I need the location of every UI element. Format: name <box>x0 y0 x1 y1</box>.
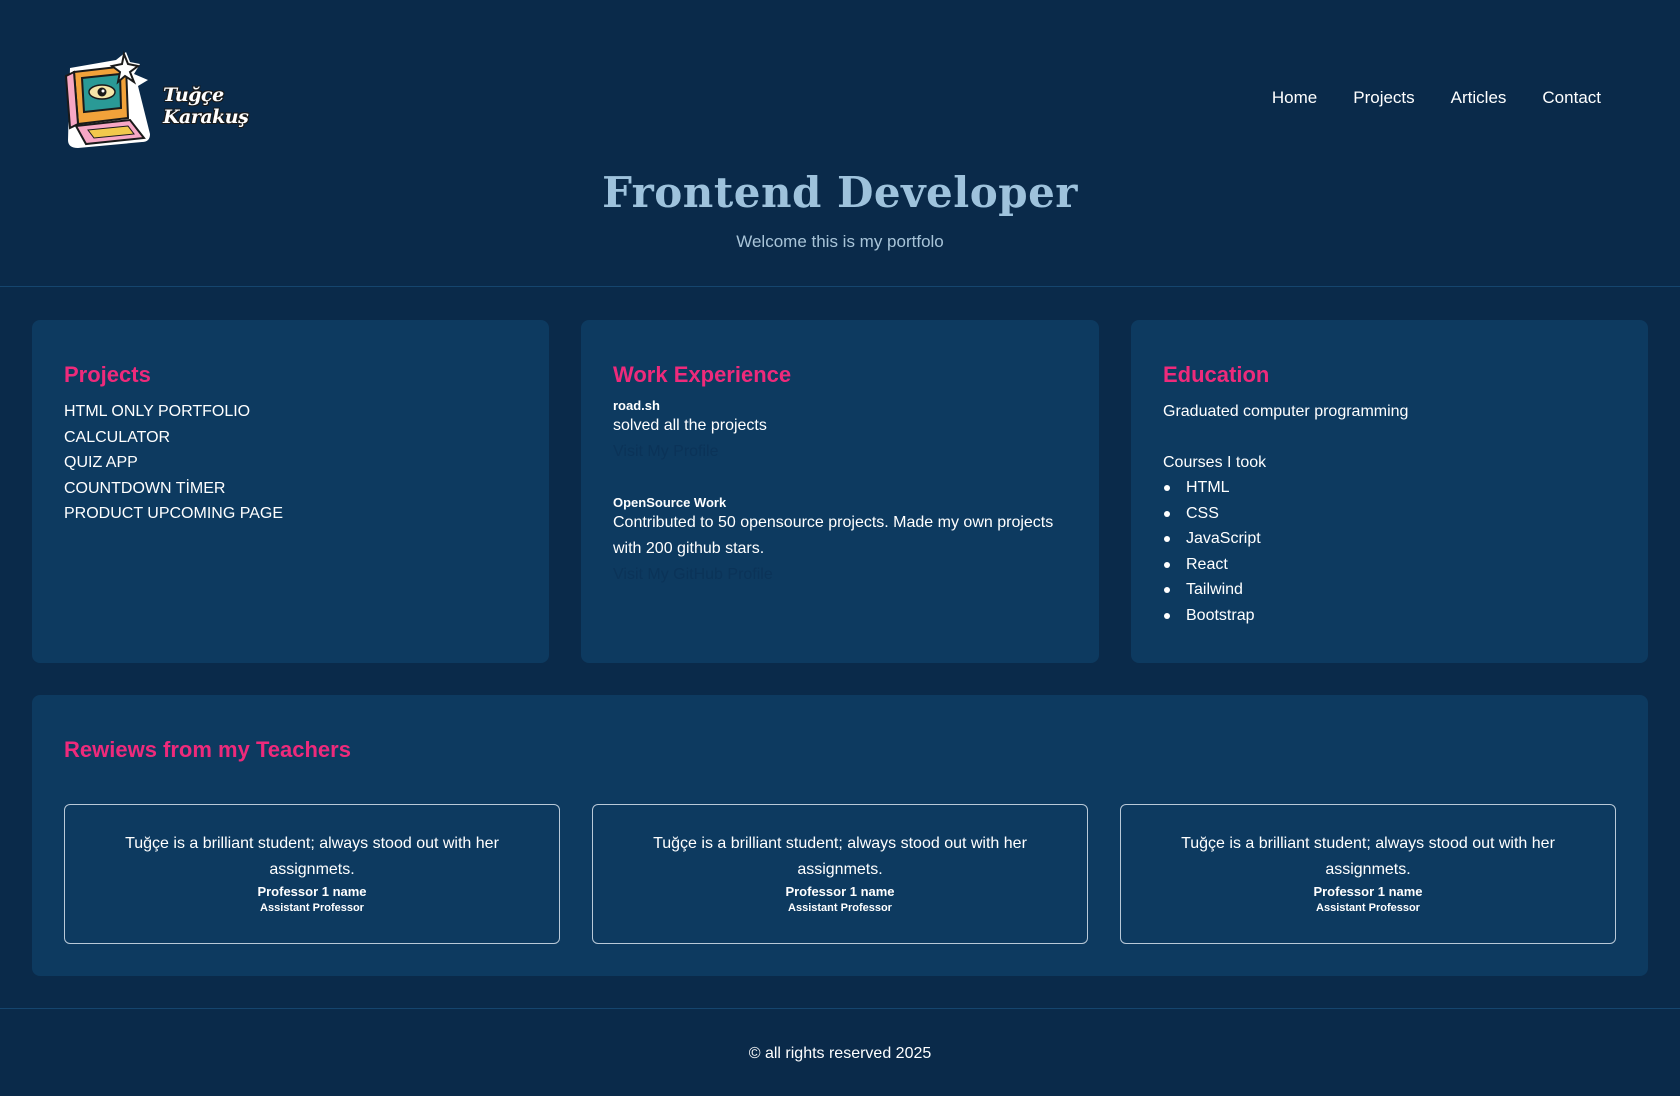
review-card: Tuğçe is a brilliant student; always sto… <box>1120 804 1616 944</box>
review-role: Assistant Professor <box>260 902 364 914</box>
visit-github-link[interactable]: Visit My GitHub Profile <box>613 562 1067 588</box>
nav-contact[interactable]: Contact <box>1542 88 1601 108</box>
work-entry-roadsh: road.sh solved all the projects Visit My… <box>613 398 1067 465</box>
projects-card: Projects HTML ONLY PORTFOLIO CALCULATOR … <box>32 320 549 663</box>
page-title: Frontend Developer <box>602 168 1078 217</box>
work-experience-card: Work Experience road.sh solved all the p… <box>581 320 1099 663</box>
work-entry-title: OpenSource Work <box>613 495 727 510</box>
work-entry-opensource: OpenSource Work Contributed to 50 openso… <box>613 495 1067 588</box>
projects-heading: Projects <box>64 362 151 387</box>
course-item: HTML <box>1163 475 1616 501</box>
work-heading: Work Experience <box>613 362 792 387</box>
review-author: Professor 1 name <box>257 884 367 899</box>
review-card: Tuğçe is a brilliant student; always sto… <box>64 804 560 944</box>
project-item: CALCULATOR <box>64 428 171 446</box>
nav-projects[interactable]: Projects <box>1353 88 1414 108</box>
work-entry-title: road.sh <box>613 398 660 413</box>
projects-list: HTML ONLY PORTFOLIO CALCULATOR QUIZ APP … <box>64 399 517 527</box>
logo-text: Tuğçe Karakuş <box>163 84 249 128</box>
review-text: Tuğçe is a brilliant student; always sto… <box>125 835 499 878</box>
education-card: Education Graduated computer programming… <box>1131 320 1648 663</box>
work-entry-desc: Contributed to 50 opensource projects. M… <box>613 514 1054 557</box>
project-item: HTML ONLY PORTFOLIO <box>64 403 251 420</box>
education-degree: Graduated computer programming <box>1163 403 1409 420</box>
review-author: Professor 1 name <box>785 884 895 899</box>
nav-articles[interactable]: Articles <box>1451 88 1507 108</box>
reviews-section: Rewiews from my Teachers Tuğçe is a bril… <box>32 695 1648 976</box>
site-logo[interactable]: Tuğçe Karakuş <box>64 46 274 150</box>
footer-divider <box>0 1008 1680 1009</box>
main-nav: Home Projects Articles Contact <box>1272 88 1601 108</box>
course-item: Tailwind <box>1163 577 1616 603</box>
project-item: PRODUCT UPCOMING PAGE <box>64 505 283 522</box>
courses-label: Courses I took <box>1163 453 1267 471</box>
nav-home[interactable]: Home <box>1272 88 1317 108</box>
course-item: CSS <box>1163 501 1616 527</box>
course-item: React <box>1163 552 1616 578</box>
review-text: Tuğçe is a brilliant student; always sto… <box>653 835 1027 878</box>
education-heading: Education <box>1163 362 1270 387</box>
project-item: COUNTDOWN TİMER <box>64 479 226 497</box>
reviews-heading: Rewiews from my Teachers <box>64 737 351 762</box>
courses-list: HTML CSS JavaScript React Tailwind Boots… <box>1163 475 1616 628</box>
review-author: Professor 1 name <box>1313 884 1423 899</box>
review-text: Tuğçe is a brilliant student; always sto… <box>1181 835 1555 878</box>
review-role: Assistant Professor <box>1316 902 1420 914</box>
review-card: Tuğçe is a brilliant student; always sto… <box>592 804 1088 944</box>
retro-computer-eye-icon <box>64 50 150 148</box>
course-item: Bootstrap <box>1163 603 1616 629</box>
page-subtitle: Welcome this is my portfolo <box>736 232 944 251</box>
review-role: Assistant Professor <box>788 902 892 914</box>
visit-profile-link[interactable]: Visit My Profile <box>613 439 1067 465</box>
course-item: JavaScript <box>1163 526 1616 552</box>
work-entry-desc: solved all the projects <box>613 417 767 434</box>
project-item: QUIZ APP <box>64 454 138 471</box>
footer-copyright: © all rights reserved 2025 <box>748 1045 932 1062</box>
site-header: Tuğçe Karakuş Home Projects Articles Con… <box>0 0 1680 287</box>
